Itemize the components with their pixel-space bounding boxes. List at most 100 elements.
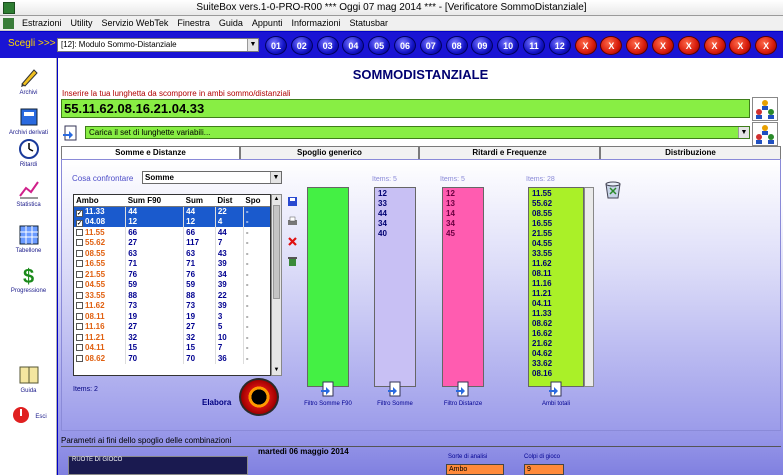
disabled-module-button[interactable]: X bbox=[574, 36, 597, 55]
disabled-module-button[interactable]: X bbox=[651, 36, 674, 55]
module-button-10[interactable]: 10 bbox=[497, 36, 520, 55]
row-checkbox[interactable]: ✓ bbox=[76, 219, 83, 227]
list-item[interactable]: 45 bbox=[446, 229, 480, 239]
disabled-module-button[interactable]: X bbox=[677, 36, 700, 55]
table-row[interactable]: 21.55 76 76 34- bbox=[74, 269, 270, 280]
list-item[interactable]: 34 bbox=[378, 219, 412, 229]
recycle-bin-icon[interactable] bbox=[602, 178, 624, 200]
sidebar-item-progressione[interactable]: $ Progressione bbox=[0, 264, 57, 294]
ruote-di-gioco[interactable]: RUOTE DI GIOCO bbox=[68, 456, 248, 475]
scroll-down-icon[interactable]: ▼ bbox=[272, 366, 281, 375]
trash-icon[interactable] bbox=[287, 256, 298, 267]
menu-item-5[interactable]: Appunti bbox=[252, 16, 283, 31]
list-item[interactable]: 13 bbox=[446, 199, 480, 209]
menu-item-0[interactable]: Estrazioni bbox=[22, 16, 62, 31]
sidebar-item-archivi-derivati[interactable]: Archivi derivati bbox=[0, 106, 57, 136]
module-button-02[interactable]: 02 bbox=[290, 36, 313, 55]
list-item[interactable]: 55.62 bbox=[532, 199, 580, 209]
filter-button[interactable]: Ambi totali bbox=[526, 381, 586, 407]
list-item[interactable]: 11.55 bbox=[532, 189, 580, 199]
list-item[interactable]: 14 bbox=[446, 209, 480, 219]
list-item[interactable]: 33.55 bbox=[532, 249, 580, 259]
column-header[interactable]: Sum F90 bbox=[125, 195, 184, 207]
row-checkbox[interactable] bbox=[76, 239, 83, 247]
sidebar-item-ritardi[interactable]: Ritardi bbox=[0, 138, 57, 168]
tab-spoglio-generico[interactable]: Spoglio generico bbox=[240, 146, 419, 159]
people-icon[interactable] bbox=[752, 122, 778, 146]
load-file-icon[interactable] bbox=[62, 125, 80, 142]
menu-item-2[interactable]: Servizio WebTek bbox=[102, 16, 169, 31]
filter-button[interactable]: Filtro Distanze bbox=[433, 381, 493, 407]
list-item[interactable]: 21.55 bbox=[532, 229, 580, 239]
delete-icon[interactable] bbox=[287, 236, 298, 247]
row-checkbox[interactable]: ✓ bbox=[76, 209, 83, 217]
tab-distribuzione[interactable]: Distribuzione bbox=[600, 146, 781, 159]
list-filtro-somme[interactable]: 12 33 44 34 40 bbox=[374, 187, 416, 387]
list-item[interactable]: 11.62 bbox=[532, 259, 580, 269]
list-item[interactable]: 08.55 bbox=[532, 209, 580, 219]
list-item[interactable]: 11.16 bbox=[532, 279, 580, 289]
sorte-select[interactable]: Ambo bbox=[446, 464, 504, 475]
list-item[interactable]: 04.55 bbox=[532, 239, 580, 249]
scroll-up-icon[interactable]: ▲ bbox=[272, 195, 281, 204]
filter-button[interactable]: Filtro Somme F90 bbox=[298, 381, 358, 407]
list-filtro-distanze[interactable]: 12 13 14 34 45 bbox=[442, 187, 484, 387]
sidebar-item-guida[interactable]: Guida bbox=[0, 364, 57, 394]
list-item[interactable]: 12 bbox=[446, 189, 480, 199]
sidebar-item-archivi[interactable]: Archivi bbox=[0, 66, 57, 96]
module-button-05[interactable]: 05 bbox=[368, 36, 391, 55]
list-item[interactable]: 33 bbox=[378, 199, 412, 209]
chevron-down-icon[interactable]: ▼ bbox=[270, 172, 281, 183]
table-row[interactable]: 16.55 71 71 39- bbox=[74, 258, 270, 269]
list-item[interactable]: 34 bbox=[446, 219, 480, 229]
tab-somme-e-distanze[interactable]: Somme e Distanze bbox=[61, 146, 240, 160]
save-icon[interactable] bbox=[287, 196, 298, 207]
row-checkbox[interactable] bbox=[76, 312, 83, 320]
row-checkbox[interactable] bbox=[76, 281, 83, 289]
disabled-module-button[interactable]: X bbox=[626, 36, 649, 55]
menu-item-6[interactable]: Informazioni bbox=[291, 16, 340, 31]
list-item[interactable]: 11.33 bbox=[532, 309, 580, 319]
chevron-down-icon[interactable]: ▼ bbox=[738, 127, 749, 138]
disabled-module-button[interactable]: X bbox=[729, 36, 752, 55]
row-checkbox[interactable] bbox=[76, 270, 83, 278]
list-ambi-totali[interactable]: 11.55 55.62 08.55 16.55 21.55 04.55 33.55 11.62… bbox=[528, 187, 584, 387]
menu-item-1[interactable]: Utility bbox=[71, 16, 93, 31]
table-row[interactable]: 55.62 27 117 7- bbox=[74, 237, 270, 248]
table-row[interactable]: 08.62 70 70 36- bbox=[74, 353, 270, 364]
chevron-down-icon[interactable]: ▼ bbox=[247, 39, 258, 51]
list-item[interactable]: 16.62 bbox=[532, 329, 580, 339]
module-button-06[interactable]: 06 bbox=[393, 36, 416, 55]
column-header[interactable]: Ambo bbox=[74, 195, 126, 207]
table-row[interactable]: 11.62 73 73 39- bbox=[74, 300, 270, 311]
list-item[interactable]: 08.62 bbox=[532, 319, 580, 329]
carica-select[interactable]: Carica il set di lunghette variabili... … bbox=[85, 126, 750, 139]
column-header[interactable]: Spo bbox=[243, 195, 270, 207]
disabled-module-button[interactable]: X bbox=[703, 36, 726, 55]
lunghetta-input[interactable]: 55.11.62.08.16.21.04.33 bbox=[61, 99, 750, 118]
row-checkbox[interactable] bbox=[76, 323, 83, 331]
table-row[interactable]: 33.55 88 88 22- bbox=[74, 290, 270, 301]
table-row[interactable]: 04.55 59 59 39- bbox=[74, 279, 270, 290]
list-item[interactable]: 33.62 bbox=[532, 359, 580, 369]
table-row[interactable]: 04.11 15 15 7- bbox=[74, 342, 270, 353]
colpi-select[interactable]: 9 bbox=[524, 464, 564, 475]
list-item[interactable]: 04.62 bbox=[532, 349, 580, 359]
people-icon[interactable] bbox=[752, 97, 778, 121]
table-row[interactable]: ✓ 04.08 12 12 4- bbox=[74, 216, 270, 227]
tab-ritardi-e-frequenze[interactable]: Ritardi e Frequenze bbox=[419, 146, 600, 159]
table-row[interactable]: 11.55 66 66 44- bbox=[74, 227, 270, 238]
list-item[interactable]: 08.11 bbox=[532, 269, 580, 279]
menu-item-4[interactable]: Guida bbox=[219, 16, 243, 31]
disabled-module-button[interactable]: X bbox=[755, 36, 778, 55]
menu-item-3[interactable]: Finestra bbox=[177, 16, 210, 31]
print-icon[interactable] bbox=[287, 216, 298, 227]
row-checkbox[interactable] bbox=[76, 260, 83, 268]
list-item[interactable]: 44 bbox=[378, 209, 412, 219]
list-item[interactable]: 21.62 bbox=[532, 339, 580, 349]
sidebar-item-tabellone[interactable]: Tabellone bbox=[0, 224, 57, 254]
row-checkbox[interactable] bbox=[76, 333, 83, 341]
table-row[interactable]: ✓ 11.33 44 44 22- bbox=[74, 206, 270, 217]
module-button-01[interactable]: 01 bbox=[265, 36, 287, 55]
module-select[interactable]: [12]: Modulo Sommo-Distanziale ▼ bbox=[57, 38, 259, 52]
